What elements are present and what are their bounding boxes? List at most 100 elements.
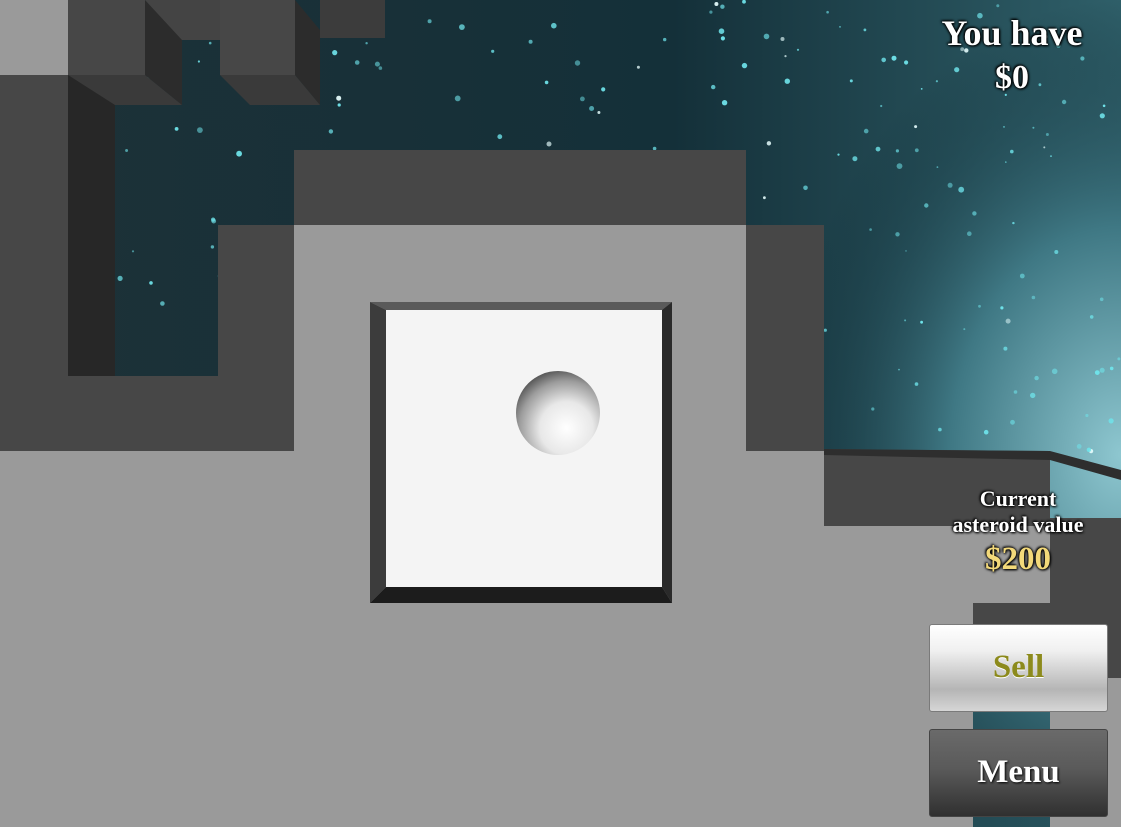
star	[1019, 273, 1025, 279]
star	[826, 10, 829, 14]
star	[721, 100, 728, 106]
star	[837, 153, 840, 156]
star	[863, 28, 867, 32]
star	[1013, 390, 1018, 394]
money-value: $0	[995, 59, 1029, 96]
star	[763, 33, 770, 40]
star	[374, 61, 380, 67]
star	[597, 111, 601, 114]
star	[1045, 133, 1049, 136]
star	[904, 319, 907, 322]
star	[709, 10, 713, 14]
star	[125, 149, 129, 152]
star	[963, 328, 966, 331]
block-top-3	[320, 0, 385, 38]
sell-button[interactable]: Sell	[929, 624, 1108, 712]
star	[741, 62, 748, 69]
star	[336, 95, 342, 101]
star	[117, 275, 123, 281]
star	[427, 19, 432, 24]
star	[1086, 447, 1092, 452]
star	[589, 106, 595, 111]
star	[983, 429, 989, 435]
star	[895, 149, 900, 153]
block-top-2	[220, 0, 295, 75]
star	[839, 26, 841, 28]
star	[1061, 99, 1067, 105]
star	[236, 150, 243, 157]
star	[784, 78, 790, 84]
star	[880, 104, 883, 108]
star	[378, 66, 383, 70]
star	[1005, 161, 1007, 163]
star	[174, 126, 179, 131]
star	[904, 60, 909, 65]
star	[1043, 146, 1046, 149]
asteroid-value-label: Current asteroid value	[934, 486, 1102, 538]
star	[1000, 306, 1004, 310]
star	[881, 57, 886, 63]
star	[1099, 113, 1105, 119]
star	[1005, 318, 1011, 324]
star	[1102, 104, 1106, 108]
star	[1117, 357, 1121, 361]
star	[1051, 368, 1058, 375]
left-wall	[0, 75, 68, 376]
star	[972, 211, 977, 216]
star	[914, 382, 919, 386]
block-top-left-light	[0, 0, 68, 75]
star	[863, 128, 869, 134]
panel-frame-top	[370, 302, 672, 310]
star	[849, 79, 853, 83]
star	[871, 407, 875, 411]
star	[938, 427, 942, 432]
star	[491, 49, 495, 53]
star	[210, 245, 215, 249]
menu-button[interactable]: Menu	[929, 729, 1108, 817]
star	[1108, 418, 1114, 424]
star	[914, 125, 918, 129]
star	[895, 232, 900, 237]
star	[803, 185, 808, 191]
panel-frame-left	[370, 302, 386, 603]
star	[978, 304, 981, 308]
star	[766, 141, 772, 146]
star	[459, 24, 465, 30]
star	[823, 328, 827, 332]
star	[149, 281, 153, 285]
panel-frame-bottom	[370, 587, 672, 603]
star	[763, 196, 766, 200]
star	[1050, 155, 1052, 158]
star	[337, 103, 341, 107]
asteroid-value: $200	[985, 541, 1051, 577]
star	[1076, 444, 1082, 449]
star	[1099, 297, 1104, 302]
star	[869, 228, 872, 231]
back-wall	[294, 150, 746, 225]
star	[1012, 221, 1015, 225]
star	[497, 134, 503, 140]
star	[211, 217, 216, 222]
star	[197, 60, 200, 63]
star	[875, 146, 881, 152]
star	[1003, 346, 1008, 351]
star	[551, 22, 557, 29]
star	[780, 37, 785, 41]
right-wall	[746, 225, 824, 451]
star	[718, 28, 725, 34]
star	[1094, 370, 1100, 375]
panel-frame-right	[662, 302, 672, 603]
left-wall-shadow	[68, 75, 115, 376]
star	[1032, 126, 1035, 129]
star	[898, 368, 900, 371]
star	[1054, 250, 1059, 254]
star	[332, 50, 338, 56]
star	[365, 42, 368, 45]
star	[1109, 366, 1114, 371]
star	[580, 96, 585, 102]
star	[896, 163, 903, 170]
money-label: You have	[941, 13, 1083, 53]
star	[528, 39, 533, 44]
star	[720, 4, 725, 9]
star	[131, 250, 135, 253]
